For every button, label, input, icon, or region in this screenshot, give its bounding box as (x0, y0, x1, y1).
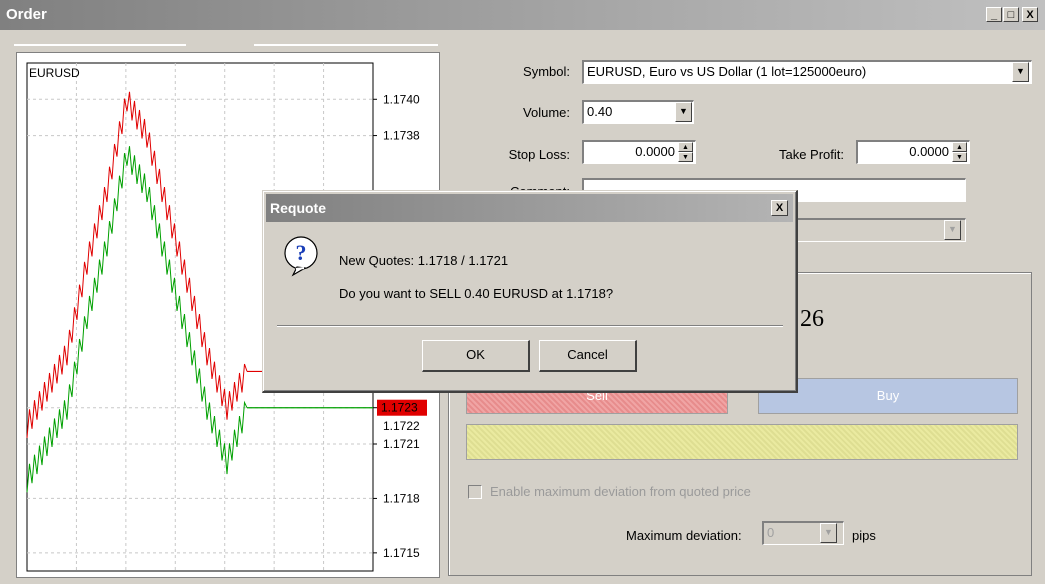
stop-loss-value: 0.0000 (635, 144, 675, 159)
take-profit-value: 0.0000 (909, 144, 949, 159)
requote-dialog: Requote X ? New Quotes: 1.1718 / 1.1721 … (262, 190, 798, 393)
stop-loss-label: Stop Loss: (508, 147, 570, 162)
close-button[interactable]: X (1022, 7, 1038, 22)
chevron-down-icon: ▼ (820, 523, 837, 543)
status-bar (466, 424, 1018, 460)
tab-edge (14, 44, 186, 46)
chevron-down-icon[interactable]: ▼ (675, 102, 692, 122)
minimize-button[interactable]: _ (986, 7, 1002, 22)
symbol-value: EURUSD, Euro vs US Dollar (1 lot=125000e… (587, 64, 867, 79)
pips-label: pips (852, 528, 876, 543)
ok-button[interactable]: OK (422, 340, 530, 372)
current-price-label: 1.1723 (381, 401, 418, 415)
dialog-close-button[interactable]: X (771, 200, 788, 216)
question-icon: ? (284, 236, 318, 277)
stepper-up-icon[interactable]: ▲ (678, 142, 693, 152)
stop-loss-stepper[interactable]: ▲ ▼ (678, 142, 693, 162)
buy-label: Buy (876, 388, 900, 403)
chevron-down-icon: ▼ (944, 220, 961, 240)
max-deviation-label: Maximum deviation: (626, 528, 742, 543)
dialog-titlebar[interactable]: Requote X (266, 194, 793, 222)
tab-edge (254, 44, 438, 46)
window-title: Order (6, 6, 47, 23)
maximize-button[interactable]: □ (1003, 7, 1019, 22)
take-profit-label: Take Profit: (778, 147, 844, 162)
stepper-up-icon[interactable]: ▲ (952, 142, 967, 152)
symbol-label: Symbol: (523, 64, 570, 79)
stepper-down-icon[interactable]: ▼ (952, 152, 967, 162)
max-deviation-value: 0 (767, 525, 775, 540)
y-tick-label: 1.1715 (383, 546, 420, 560)
deviation-checkbox[interactable] (468, 485, 482, 499)
take-profit-stepper[interactable]: ▲ ▼ (952, 142, 967, 162)
volume-label: Volume: (523, 105, 570, 120)
y-tick-label: 1.1722 (383, 419, 420, 433)
volume-value: 0.40 (587, 104, 613, 119)
deviation-checkbox-label: Enable maximum deviation from quoted pri… (490, 484, 751, 499)
cancel-button[interactable]: Cancel (539, 340, 637, 372)
chevron-down-icon[interactable]: ▼ (1012, 62, 1029, 82)
y-tick-label: 1.1740 (383, 92, 420, 106)
stepper-down-icon[interactable]: ▼ (678, 152, 693, 162)
dialog-divider (277, 325, 783, 327)
y-tick-label: 1.1738 (383, 129, 420, 143)
chart-symbol-label: EURUSD (29, 66, 80, 80)
symbol-select[interactable]: EURUSD, Euro vs US Dollar (1 lot=125000e… (582, 60, 1032, 84)
svg-text:?: ? (296, 240, 307, 265)
window-titlebar[interactable]: Order _ □ X (0, 0, 1045, 30)
y-tick-label: 1.1718 (383, 491, 420, 505)
dialog-quote-text: New Quotes: 1.1718 / 1.1721 (339, 253, 509, 268)
y-tick-label: 1.1721 (383, 437, 420, 451)
dialog-confirm-text: Do you want to SELL 0.40 EURUSD at 1.171… (339, 286, 614, 301)
dialog-title: Requote (270, 200, 326, 216)
quote-price-partial: 26 (800, 306, 824, 332)
